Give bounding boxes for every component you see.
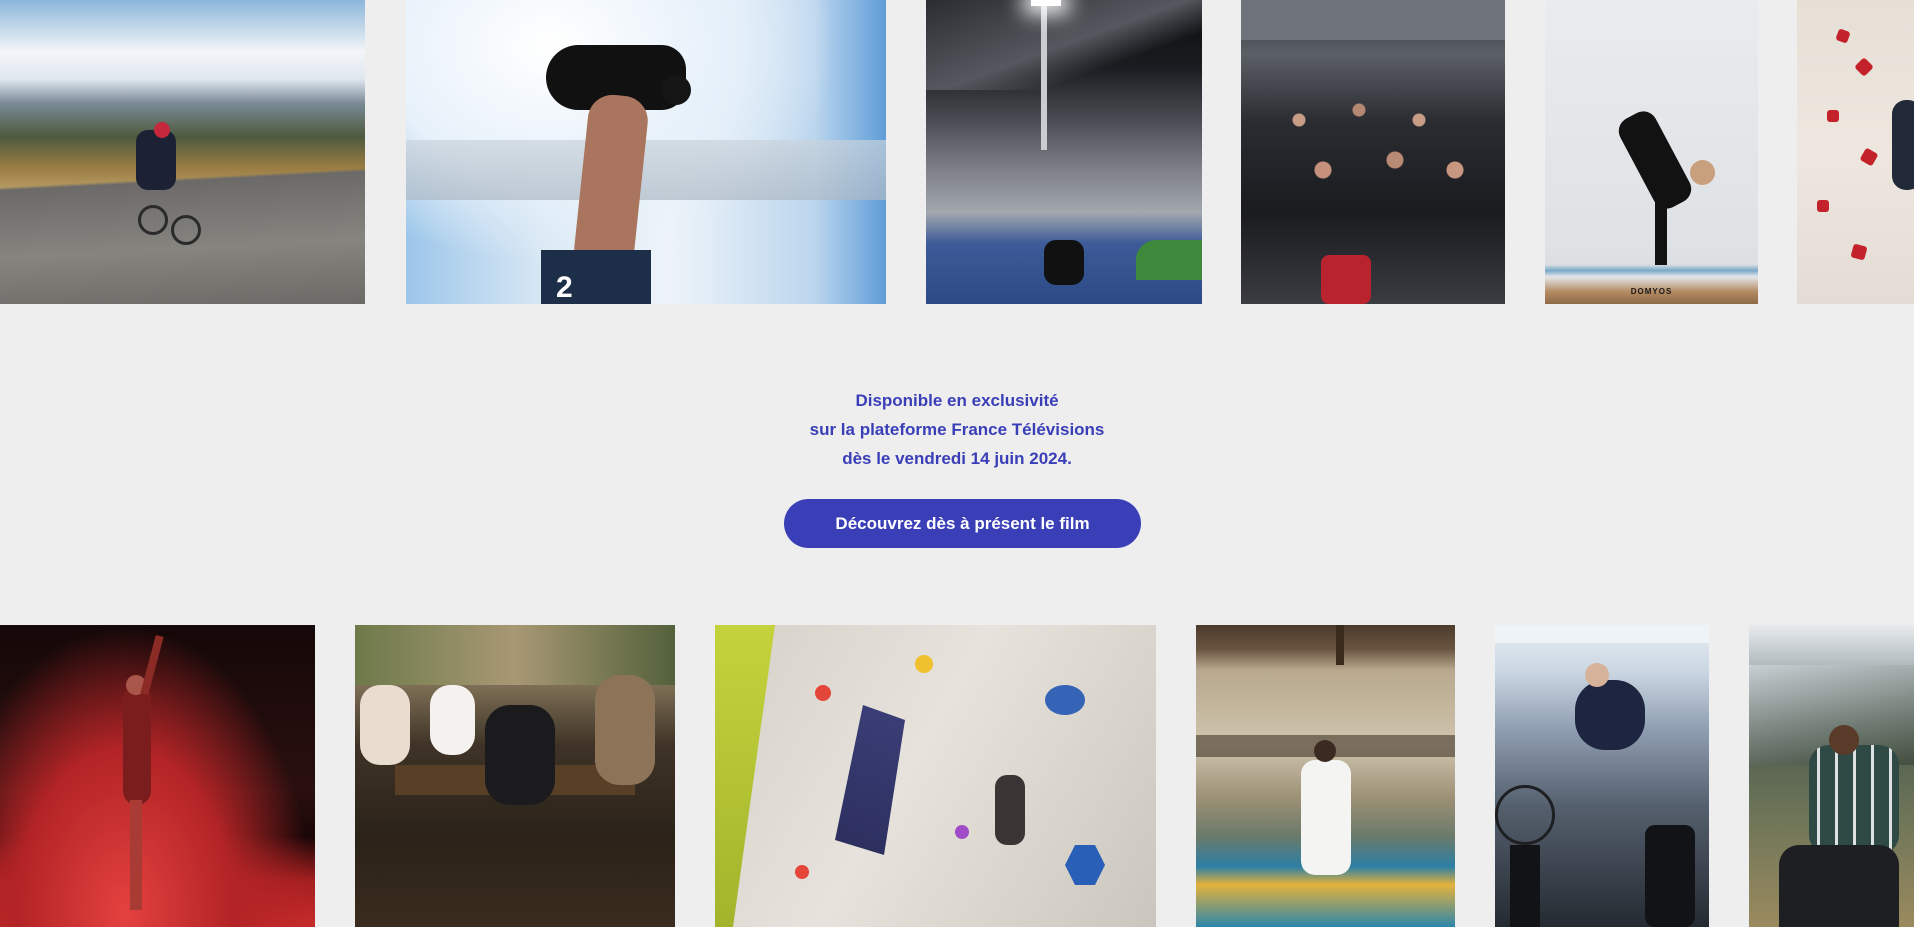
discover-film-button[interactable]: Découvrez dès à présent le film bbox=[784, 499, 1141, 548]
outdoor-portrait-photo bbox=[1749, 625, 1914, 927]
swimmer-photo: 2 bbox=[406, 0, 886, 304]
promo-line-1: Disponible en exclusivité bbox=[855, 391, 1059, 410]
climbing-gym-photo bbox=[715, 625, 1156, 927]
stadium-photo bbox=[926, 0, 1202, 304]
photo-gallery-top: 2 DOMYOS bbox=[0, 0, 1914, 304]
team-photo bbox=[1241, 0, 1505, 304]
promo-line-2: sur la plateforme France Télévisions bbox=[809, 420, 1105, 439]
gymnast-photo bbox=[0, 625, 315, 927]
judo-photo bbox=[1196, 625, 1455, 927]
promo-line-3: dès le vendredi 14 juin 2024. bbox=[842, 449, 1072, 468]
dinner-photo bbox=[355, 625, 675, 927]
photo-gallery-bottom bbox=[0, 625, 1914, 927]
promo-text: Disponible en exclusivité sur la platefo… bbox=[0, 386, 1914, 473]
climbing-wall-photo bbox=[1797, 0, 1914, 304]
indoor-cycling-photo bbox=[1495, 625, 1709, 927]
cyclist-photo bbox=[0, 0, 365, 304]
floor-caption: DOMYOS bbox=[1630, 287, 1673, 296]
dancer-photo: DOMYOS bbox=[1545, 0, 1758, 304]
